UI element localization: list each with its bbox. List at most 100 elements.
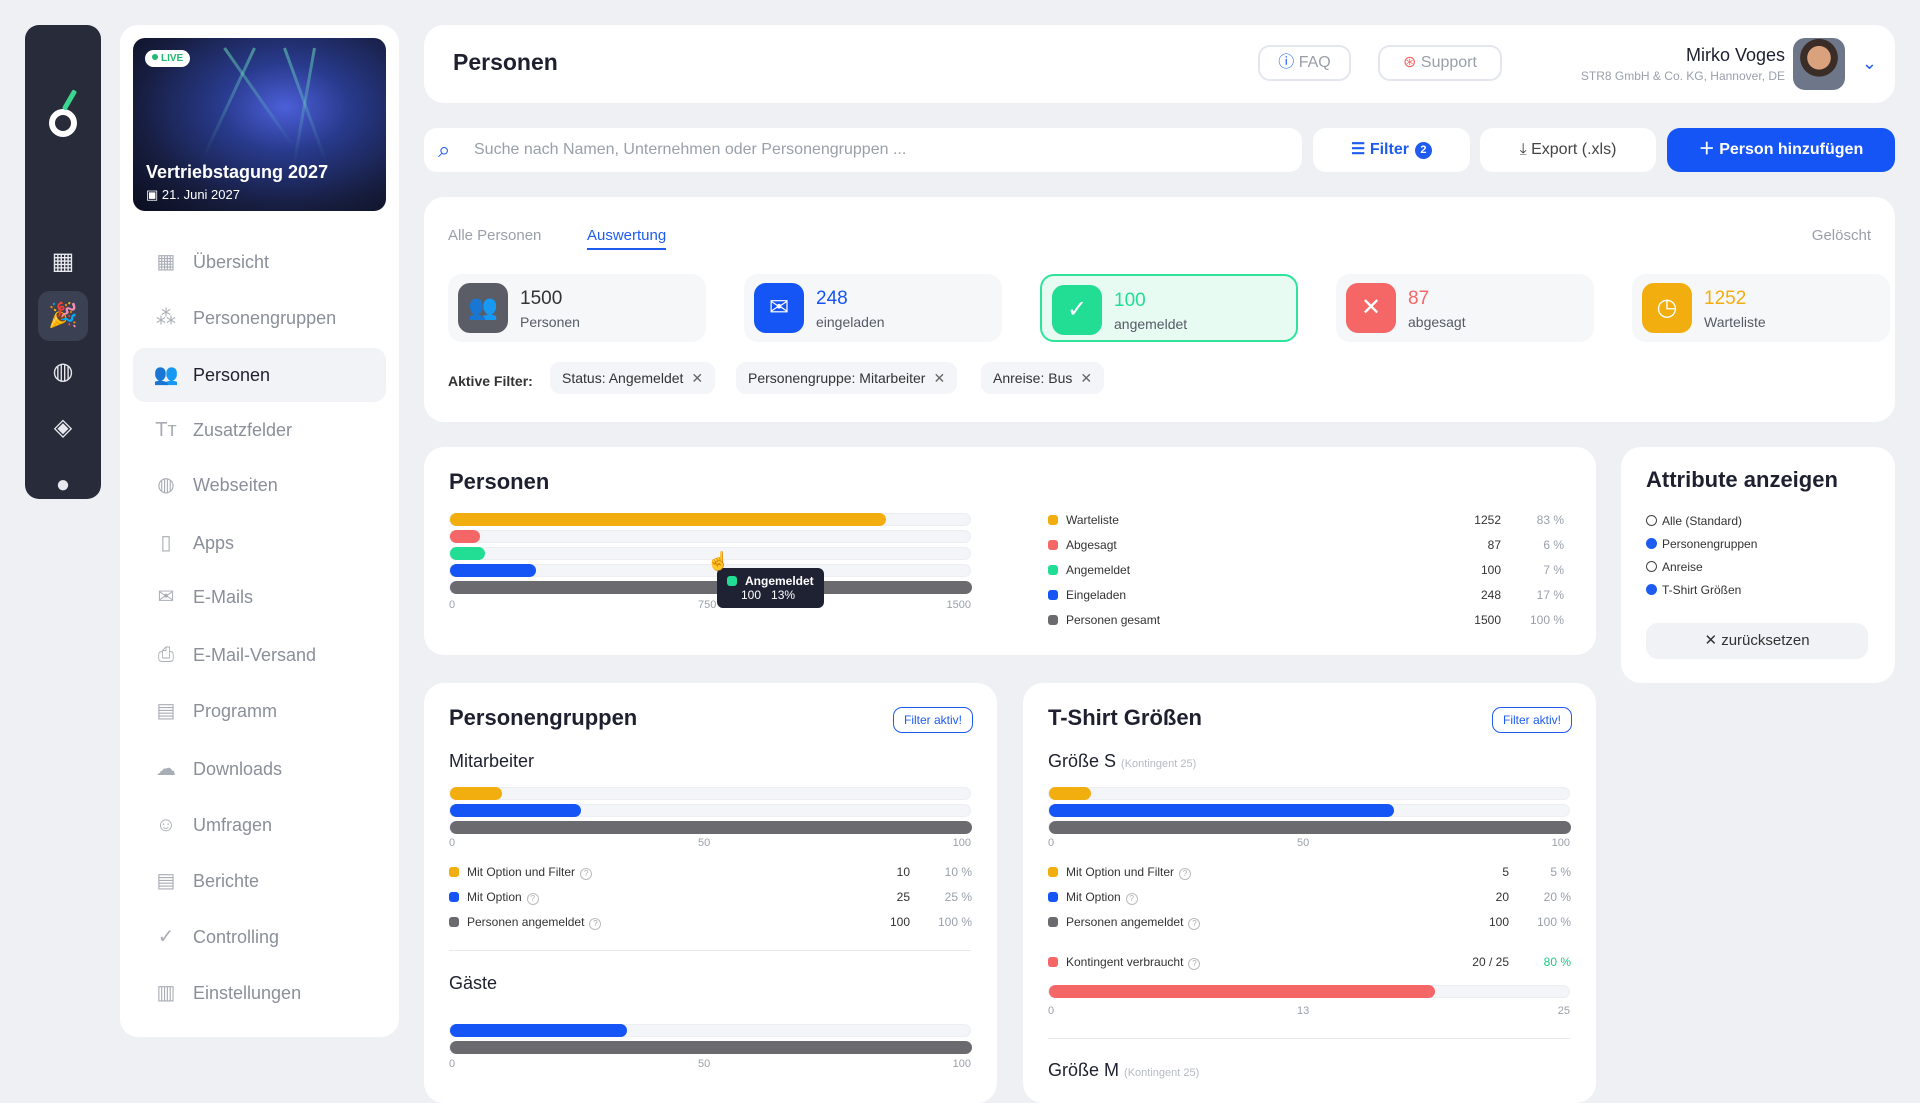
help-icon[interactable]: ? <box>1188 958 1201 970</box>
attribute-option-label: Alle (Standard) <box>1662 514 1743 528</box>
search-icon: ⌕ <box>438 137 451 162</box>
sidebar-item-personen[interactable]: 👥 Personen <box>133 348 386 402</box>
tshirt-title: T-Shirt Größen <box>1048 705 1202 730</box>
tshirt-panel: T-Shirt Größen Filter aktiv! Größe S (Ko… <box>1023 683 1596 1103</box>
sidebar-item-controlling[interactable]: ✓ Controlling <box>133 910 386 964</box>
support-button[interactable]: ⊛ Support <box>1378 45 1502 81</box>
filter-chip[interactable]: Personengruppe: Mitarbeiter ✕ <box>736 362 958 394</box>
reset-button[interactable]: ✕ zurücksetzen <box>1646 623 1868 659</box>
help-icon[interactable]: ? <box>589 918 602 930</box>
filter-chip[interactable]: Status: Angemeldet ✕ <box>550 362 716 394</box>
close-icon[interactable]: ✕ <box>691 370 703 386</box>
export-button[interactable]: ⤓ Export (.xls) <box>1480 128 1656 172</box>
user-company: STR8 GmbH & Co. KG, Hannover, DE <box>1580 69 1785 83</box>
user-info[interactable]: Mirko Voges STR8 GmbH & Co. KG, Hannover… <box>1581 45 1785 83</box>
nav-icon: ▦ <box>156 251 176 273</box>
sidebar-item-e-mail-versand[interactable]: ⎙ E-Mail-Versand <box>133 628 386 682</box>
handshake-icon[interactable]: ◈ <box>38 403 88 453</box>
event-card[interactable]: LIVE Vertriebstagung 2027 ▣ 21. Juni 202… <box>133 38 386 211</box>
tab-deleted[interactable]: Gelöscht <box>1812 227 1871 244</box>
filter-button[interactable]: ☰ Filter 2 <box>1313 128 1470 172</box>
sidebar-item-berichte[interactable]: ▤ Berichte <box>133 854 386 908</box>
legend-value: 100 <box>1480 563 1501 577</box>
group-bar[interactable] <box>450 804 581 817</box>
stat-card-eingeladen[interactable]: ✉ 248 eingeladen <box>744 274 1002 342</box>
legend-dot <box>1048 867 1058 877</box>
stat-card-Personen[interactable]: 👥 1500 Personen <box>448 274 706 342</box>
close-icon[interactable]: ✕ <box>933 370 945 386</box>
stat-card-abgesagt[interactable]: ✕ 87 abgesagt <box>1336 274 1594 342</box>
stat-card-Warteliste[interactable]: ◷ 1252 Warteliste <box>1632 274 1890 342</box>
sidebar-item-zusatzfelder[interactable]: Tт Zusatzfelder <box>133 403 386 457</box>
user-icon[interactable]: ● <box>38 460 88 510</box>
persons-bar[interactable] <box>450 530 481 543</box>
sidebar-item-label: Controlling <box>193 927 280 947</box>
attributes-panel: Attribute anzeigen Alle (Standard) Person… <box>1621 447 1895 683</box>
tshirt-bar[interactable] <box>1049 787 1091 800</box>
party-icon[interactable]: 🎉 <box>38 291 88 341</box>
tshirt-bar[interactable] <box>1049 804 1394 817</box>
user-name: Mirko Voges <box>1685 45 1785 65</box>
dashboard-icon[interactable]: ▦ <box>38 237 88 287</box>
legend-value: 10 <box>896 865 910 879</box>
sidebar-item-e-mails[interactable]: ✉ E-Mails <box>133 570 386 624</box>
group-bar[interactable] <box>450 821 972 834</box>
avatar[interactable] <box>1793 38 1845 90</box>
filter-active-button-tshirt[interactable]: Filter aktiv! <box>1491 707 1572 733</box>
attribute-option[interactable]: Personengruppen <box>1646 537 1757 551</box>
attribute-option[interactable]: T-Shirt Größen <box>1646 583 1741 597</box>
checkbox-checked-icon[interactable] <box>1646 584 1657 595</box>
axis-tick-label: 100 <box>1551 837 1570 849</box>
quota-bar[interactable] <box>1049 985 1436 998</box>
attribute-option[interactable]: Anreise <box>1646 560 1703 574</box>
persons-bar[interactable] <box>450 564 537 577</box>
legend-dot <box>449 917 459 927</box>
legend-name: Personen angemeldet <box>467 915 585 929</box>
attributes-title: Attribute anzeigen <box>1646 467 1838 492</box>
legend-row: Angemeldet <box>1048 561 1130 579</box>
sidebar-item-umfragen[interactable]: ☺ Umfragen <box>133 798 386 852</box>
sidebar-item-label: Einstellungen <box>193 983 302 1003</box>
sidebar-item-apps[interactable]: ▯ Apps <box>133 516 386 570</box>
event-title: Vertriebstagung 2027 <box>146 162 329 182</box>
help-icon[interactable]: ? <box>526 893 539 905</box>
filter-active-button[interactable]: Filter aktiv! <box>892 707 973 733</box>
checkbox-icon[interactable] <box>1646 515 1657 526</box>
attribute-option[interactable]: Alle (Standard) <box>1646 514 1742 528</box>
group-bar[interactable] <box>450 787 503 800</box>
tshirt-bar[interactable] <box>1049 821 1571 834</box>
persons-bar[interactable] <box>450 513 886 526</box>
group-bar[interactable] <box>450 1024 628 1037</box>
persons-bar[interactable] <box>450 547 485 560</box>
tab-all-persons[interactable]: Alle Personen <box>448 227 541 244</box>
add-person-button[interactable]: ＋ Person hinzufügen <box>1667 128 1895 172</box>
attribute-option-label: Personengruppen <box>1662 537 1758 551</box>
legend-name: Mit Option und Filter <box>1066 865 1175 879</box>
search-input[interactable]: ⌕ Suche nach Namen, Unternehmen oder Per… <box>424 128 1302 172</box>
help-icon[interactable]: ? <box>1179 868 1192 880</box>
sidebar-item-programm[interactable]: ▤ Programm <box>133 684 386 738</box>
globe-icon[interactable]: ◍ <box>38 347 88 397</box>
filter-chip[interactable]: Anreise: Bus ✕ <box>981 362 1105 394</box>
sidebar-item-webseiten[interactable]: ◍ Webseiten <box>133 458 386 512</box>
sidebar-item-personengruppen[interactable]: ⁂ Personengruppen <box>133 291 386 345</box>
sidebar: LIVE Vertriebstagung 2027 ▣ 21. Juni 202… <box>120 25 399 1037</box>
sidebar-item-downloads[interactable]: ☁ Downloads <box>133 742 386 796</box>
sidebar-item-label: Apps <box>193 533 235 553</box>
chevron-down-icon[interactable]: ⌄ <box>1862 53 1877 74</box>
cursor-hand-icon: ☝ <box>707 551 730 571</box>
sidebar-item-einstellungen[interactable]: ▥ Einstellungen <box>133 966 386 1020</box>
group-bar[interactable] <box>450 1041 972 1054</box>
checkbox-checked-icon[interactable] <box>1646 538 1657 549</box>
help-icon[interactable]: ? <box>1188 918 1201 930</box>
sidebar-item-übersicht[interactable]: ▦ Übersicht <box>133 235 386 289</box>
tab-evaluation[interactable]: Auswertung <box>587 227 667 250</box>
logo-icon[interactable] <box>49 109 77 137</box>
help-icon[interactable]: ? <box>1125 893 1138 905</box>
stat-card-angemeldet[interactable]: ✓ 100 angemeldet <box>1040 274 1298 342</box>
faq-button[interactable]: ⓘ FAQ <box>1258 45 1351 81</box>
persons-bar[interactable] <box>450 581 972 594</box>
help-icon[interactable]: ? <box>580 868 593 880</box>
checkbox-icon[interactable] <box>1646 561 1657 572</box>
close-icon[interactable]: ✕ <box>1080 370 1092 386</box>
